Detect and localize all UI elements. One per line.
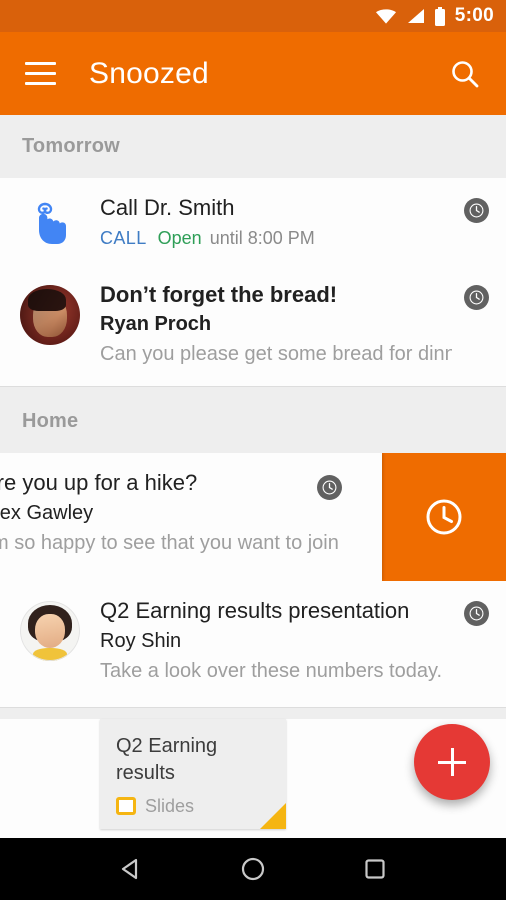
- battery-icon: [434, 6, 446, 26]
- plus-icon-vertical: [450, 748, 454, 776]
- row-leading: [0, 281, 100, 367]
- swiped-list-item[interactable]: Are you up for a hike? Alex Gawley I’m s…: [0, 453, 506, 581]
- item-title: Are you up for a hike?: [0, 470, 198, 495]
- item-title: Call Dr. Smith: [100, 195, 235, 220]
- compose-fab-button[interactable]: [414, 724, 490, 800]
- item-title: Don’t forget the bread!: [100, 281, 338, 307]
- row-leading: [0, 597, 100, 683]
- item-snippet: Can you please get some bread for dinner…: [100, 343, 452, 365]
- item-title: Q2 Earning results presentation: [100, 598, 410, 623]
- page-fold-corner: [260, 802, 286, 829]
- snooze-clock-icon[interactable]: [464, 198, 489, 223]
- section-header-home: Home: [0, 390, 506, 453]
- snooze-clock-icon[interactable]: [464, 601, 489, 626]
- avatar: [20, 284, 80, 345]
- item-snippet: Take a look over these numbers today.: [100, 659, 443, 682]
- status-time: 5:00: [454, 5, 494, 26]
- signal-icon: [406, 8, 425, 24]
- status-bar: 5:00: [0, 0, 506, 32]
- attachment-name: Q2 Earning results: [116, 734, 218, 784]
- home-circle-icon[interactable]: [226, 842, 280, 896]
- item-meta: CALL Open until 8:00 PM: [100, 228, 452, 249]
- item-sender: Roy Shin: [100, 629, 182, 652]
- snooze-clock-action-icon[interactable]: [382, 453, 506, 581]
- attachment-card[interactable]: Q2 Earning results Slides: [100, 718, 286, 829]
- call-action-label[interactable]: CALL: [100, 228, 147, 248]
- open-status-label: Open: [157, 227, 202, 248]
- attachment-meta: Slides: [116, 796, 270, 817]
- section-header-label: Tomorrow: [22, 135, 120, 157]
- section-header-tomorrow: Tomorrow: [0, 115, 506, 178]
- app-bar: Snoozed: [0, 32, 506, 115]
- open-until-label: until 8:00 PM: [209, 227, 315, 248]
- snooze-clock-icon[interactable]: [317, 475, 342, 500]
- list-item[interactable]: Are you up for a hike? Alex Gawley I’m s…: [0, 453, 382, 581]
- item-sender: Alex Gawley: [0, 501, 94, 524]
- back-triangle-icon[interactable]: [104, 842, 158, 896]
- reminder-hand-icon: [27, 198, 73, 248]
- wifi-icon: [375, 8, 397, 24]
- row-body: Don’t forget the bread! Ryan Proch Can y…: [100, 281, 492, 367]
- attachment-type-label: Slides: [145, 795, 195, 816]
- item-snippet: I’m so happy to see that you want to joi…: [0, 531, 338, 554]
- row-leading: [0, 194, 100, 249]
- section-header-label: Home: [22, 410, 79, 432]
- search-icon[interactable]: [442, 51, 488, 97]
- list-item[interactable]: Q2 Earning results presentation Roy Shin…: [0, 581, 506, 707]
- list-item[interactable]: Don’t forget the bread! Ryan Proch Can y…: [0, 264, 506, 386]
- android-nav-bar: [0, 838, 506, 900]
- recents-square-icon[interactable]: [348, 842, 402, 896]
- hamburger-menu-icon[interactable]: [14, 48, 66, 100]
- item-sender: Ryan Proch: [100, 313, 212, 335]
- avatar: [20, 601, 80, 661]
- row-body: Call Dr. Smith CALL Open until 8:00 PM: [100, 194, 492, 249]
- google-slides-icon: [116, 797, 136, 815]
- list-item[interactable]: Call Dr. Smith CALL Open until 8:00 PM: [0, 178, 506, 265]
- snooze-clock-icon[interactable]: [464, 284, 489, 310]
- page-title: Snoozed: [89, 56, 209, 90]
- phone-screen: 5:00 Snoozed Tomorrow Call Dr. Smith CAL…: [0, 0, 506, 900]
- row-body: Q2 Earning results presentation Roy Shin…: [100, 597, 492, 683]
